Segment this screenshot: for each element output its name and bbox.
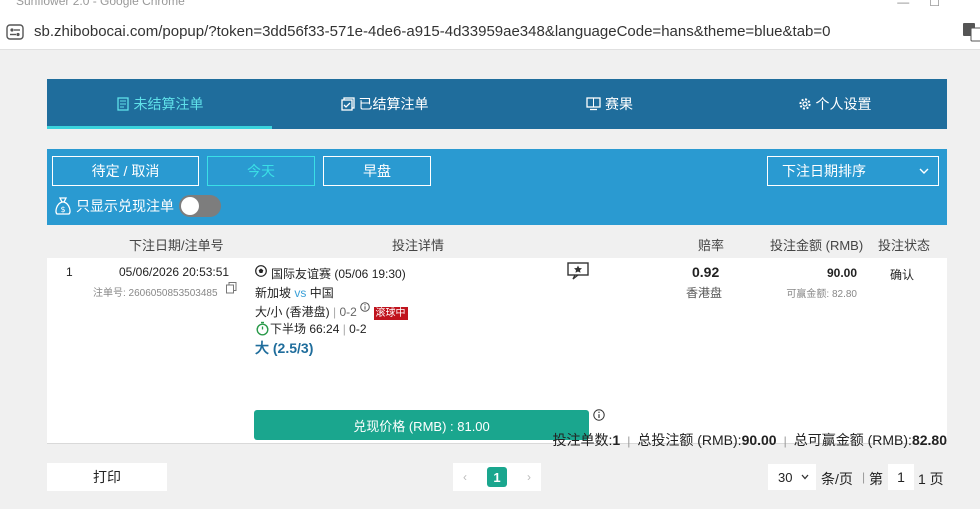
market-line: 大/小 (香港盘) | 0-2 滚球中 xyxy=(255,302,408,320)
window-title: Sunflower 2.0 - Google Chrome xyxy=(16,0,185,8)
early-market-button[interactable]: 早盘 xyxy=(323,156,431,186)
site-info-icon[interactable] xyxy=(6,24,24,40)
page-size-select[interactable]: 30 xyxy=(768,464,816,490)
total-pages-label: 1 页 xyxy=(918,471,944,487)
copy-icon[interactable] xyxy=(226,282,237,297)
table-header: 下注日期/注单号 投注详情 赔率 投注金额 (RMB) 投注状态 xyxy=(47,225,947,258)
page-label: 第 xyxy=(869,471,883,487)
translate-icon[interactable] xyxy=(962,22,980,42)
selection: 大 (2.5/3) xyxy=(255,340,314,356)
soccer-ball-icon xyxy=(255,265,267,280)
tab-unsettled[interactable]: 未结算注单 xyxy=(47,79,272,129)
col-details: 投注详情 xyxy=(392,238,445,253)
bet-slip-icon xyxy=(116,97,129,111)
address-bar[interactable]: sb.zhibobocai.com/popup/?token=3dd56f33-… xyxy=(0,14,980,50)
scoreboard-icon xyxy=(586,97,601,111)
tab-label: 未结算注单 xyxy=(133,96,204,112)
current-page-button[interactable]: 1 xyxy=(487,467,507,487)
total-win-label: 总可赢金额 (RMB): xyxy=(793,432,912,448)
per-page-label: 条/页 xyxy=(821,471,853,487)
col-status: 投注状态 xyxy=(878,238,931,253)
gear-icon xyxy=(798,98,811,110)
bet-datetime: 05/06/2026 20:53:51 xyxy=(119,265,230,279)
market-name: 大/小 (香港盘) xyxy=(255,305,330,319)
tab-settled[interactable]: 已结算注单 xyxy=(272,79,497,129)
stake-value: 90.00 xyxy=(826,266,857,280)
url-text[interactable]: sb.zhibobocai.com/popup/?token=3dd56f33-… xyxy=(34,23,831,40)
live-badge: 滚球中 xyxy=(373,307,408,320)
live-stream-icon[interactable] xyxy=(567,262,589,283)
total-stake-value: 90.00 xyxy=(741,432,777,448)
pending-cancelled-button[interactable]: 待定 / 取消 xyxy=(52,156,199,186)
tab-label: 已结算注单 xyxy=(358,96,429,112)
page-number-input[interactable]: 1 xyxy=(888,464,914,490)
market-score: 0-2 xyxy=(339,305,357,319)
chevron-down-icon xyxy=(801,474,809,480)
divider: | xyxy=(862,470,866,484)
period-time: 下半场 66:24 xyxy=(270,322,340,336)
filter-bar: 待定 / 取消 今天 早盘 下注日期排序 $ 只显示兑现注单 xyxy=(47,149,947,225)
vs-text: vs xyxy=(294,286,307,300)
potential-win: 可赢金额: 82.80 xyxy=(786,289,857,300)
odds-value: 0.92 xyxy=(692,264,720,280)
match-teams: 新加坡 vs 中国 xyxy=(255,284,334,301)
table-row: 1 05/06/2026 20:53:51 注单号: 2606050853503… xyxy=(47,258,947,444)
today-button[interactable]: 今天 xyxy=(207,156,315,186)
sort-label: 下注日期排序 xyxy=(782,163,866,179)
home-team: 新加坡 xyxy=(255,286,292,300)
tab-results[interactable]: 赛果 xyxy=(497,79,722,129)
prev-page-button[interactable]: ‹ xyxy=(463,470,467,484)
tab-settings[interactable]: 个人设置 xyxy=(722,79,947,129)
row-index: 1 xyxy=(66,265,73,279)
window-controls[interactable]: — ☐ xyxy=(897,0,940,9)
bet-status: 确认 xyxy=(890,268,915,282)
chevron-down-icon xyxy=(919,168,929,174)
tab-label: 赛果 xyxy=(605,96,633,112)
away-team: 中国 xyxy=(309,286,334,300)
cash-only-label: 只显示兑现注单 xyxy=(76,198,174,214)
stopwatch-icon xyxy=(256,321,269,336)
count-label: 投注单数: xyxy=(552,432,613,448)
tab-bar: 未结算注单 已结算注单 赛果 个人设置 xyxy=(47,79,947,129)
window-titlebar: Sunflower 2.0 - Google Chrome — ☐ xyxy=(0,0,980,14)
col-stake: 投注金额 (RMB) xyxy=(770,238,864,253)
money-bag-icon: $ xyxy=(55,197,71,215)
col-odds: 赔率 xyxy=(698,238,725,253)
count-value: 1 xyxy=(612,432,621,448)
svg-text:$: $ xyxy=(60,205,65,214)
print-button[interactable]: 打印 xyxy=(47,463,167,491)
sort-select[interactable]: 下注日期排序 xyxy=(767,156,939,186)
period-score: 0-2 xyxy=(349,322,367,336)
total-win-value: 82.80 xyxy=(911,432,947,448)
settled-icon xyxy=(340,97,355,111)
cashout-info-icon[interactable] xyxy=(593,409,605,424)
cash-only-filter: $ 只显示兑现注单 xyxy=(52,194,221,218)
total-stake-label: 总投注额 (RMB): xyxy=(637,432,742,448)
page: 未结算注单 已结算注单 赛果 个人设置 待定 / 取消 今天 早盘 下注日期排序… xyxy=(0,50,980,509)
page-size-value: 30 xyxy=(778,469,793,485)
cashout-button[interactable]: 兑现价格 (RMB) : 81.00 xyxy=(254,410,589,440)
pagination: ‹ 1 › xyxy=(453,463,541,491)
period-line: 下半场 66:24 | 0-2 xyxy=(255,320,367,337)
odds-type: 香港盘 xyxy=(686,286,723,300)
next-page-button[interactable]: › xyxy=(527,470,531,484)
tab-label: 个人设置 xyxy=(815,96,872,112)
league-name: 国际友谊赛 (05/06 19:30) xyxy=(271,267,406,281)
ticket-number: 注单号: 2606050853503485 xyxy=(93,288,218,299)
col-date: 下注日期/注单号 xyxy=(129,238,224,253)
bet-summary: 投注单数:1 | 总投注额 (RMB):90.00 | 总可赢金额 (RMB):82.8… xyxy=(552,432,947,448)
info-icon[interactable] xyxy=(360,302,370,312)
cash-only-toggle[interactable] xyxy=(179,195,221,217)
